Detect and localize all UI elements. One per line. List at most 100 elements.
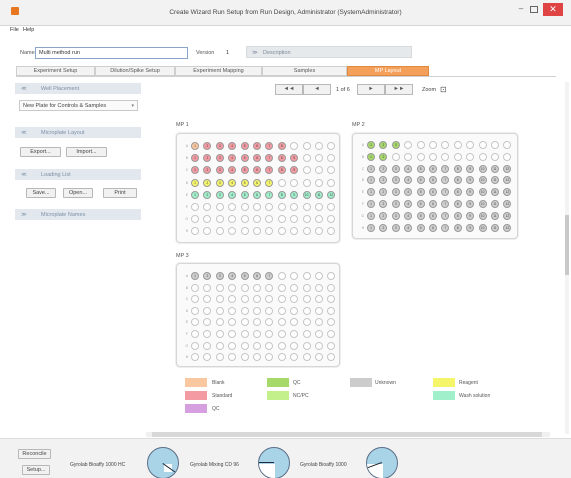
plate-well[interactable]: 6 [429,211,437,220]
plate-well[interactable] [228,295,237,304]
plate-well[interactable] [240,341,249,350]
section-loading-list[interactable]: ≪ Loading List [15,169,141,180]
plate-well[interactable] [290,227,299,236]
plate-well[interactable] [277,203,286,211]
tab-experiment-setup[interactable]: Experiment Setup [16,66,95,76]
plate-well[interactable] [441,152,450,161]
plate-well[interactable]: 2 [379,211,388,220]
plate-well[interactable]: 1 [367,176,375,185]
plate-well[interactable] [228,318,237,327]
plate-well[interactable]: 7 [265,190,274,199]
plate-well[interactable]: 12 [503,200,512,208]
plate-well[interactable]: 4 [228,166,237,175]
tab-samples[interactable]: Samples [262,66,347,76]
plate-well[interactable]: 10 [478,188,487,197]
plate-well[interactable] [253,283,261,292]
plate-well[interactable] [302,306,311,315]
plate-well[interactable] [327,341,336,350]
plate-well[interactable] [491,152,499,161]
plate-well[interactable]: 8 [453,223,462,232]
plate-well[interactable]: 7 [441,211,450,220]
plate-well[interactable]: 3 [215,142,224,150]
plate-well[interactable] [253,295,261,304]
plate-well[interactable] [240,295,249,304]
plate-well[interactable]: 1 [367,188,375,197]
plate-well[interactable] [466,152,475,161]
section-microplate-names[interactable]: ≫ Microplate Names [15,209,141,220]
last-page-button[interactable]: ►► [385,84,413,95]
plate-well[interactable] [478,152,487,161]
plate-well[interactable]: 1 [191,190,199,199]
plate-well[interactable]: 8 [453,200,462,208]
plate-well[interactable]: 12 [503,188,512,197]
plate-well[interactable] [265,283,274,292]
plate-well[interactable] [302,178,311,187]
plate-well[interactable] [240,353,249,362]
plate-well[interactable] [302,318,311,327]
plate-well[interactable]: 10 [478,200,487,208]
plate-well[interactable]: 4 [228,178,237,187]
plate-well[interactable]: 4 [228,190,237,199]
plate-well[interactable] [290,341,299,350]
plate-well[interactable] [315,166,323,175]
plate-well[interactable]: 4 [228,154,237,163]
reconcile-button[interactable]: Reconcile [18,449,51,459]
plate-well[interactable]: 7 [265,154,274,163]
plate-well[interactable]: 7 [441,188,450,197]
plate-well[interactable] [302,272,311,280]
plate-well[interactable] [327,142,336,150]
plate-well[interactable]: 4 [404,176,413,185]
plate-well[interactable] [315,215,323,224]
plate-well[interactable] [290,272,299,280]
plate-well[interactable] [191,215,199,224]
plate-well[interactable] [302,215,311,224]
plate-well[interactable] [203,306,212,315]
plate-well[interactable] [228,203,237,211]
plate-well[interactable]: 9 [466,200,475,208]
plate-well[interactable]: 12 [503,176,512,185]
plate-well[interactable] [391,152,400,161]
plate-well[interactable] [327,295,336,304]
plate-well[interactable]: 5 [240,178,249,187]
plate-well[interactable]: 8 [453,164,462,173]
plate-well[interactable]: 1 [191,142,199,150]
plate-well[interactable]: 1 [191,154,199,163]
section-well-placement[interactable]: ≪ Well Placement [15,83,141,94]
vertical-scroll-thumb[interactable] [565,215,569,275]
plate-well[interactable] [191,318,199,327]
plate-well[interactable]: 8 [453,211,462,220]
plate-well[interactable] [503,152,512,161]
plate-well[interactable]: 2 [203,142,212,150]
plate-well[interactable]: 2 [203,166,212,175]
plate-well[interactable]: 5 [416,164,425,173]
plate-well[interactable]: 4 [228,142,237,150]
plate-well[interactable] [203,283,212,292]
plate-well[interactable]: 1 [191,166,199,175]
plate-well[interactable]: 7 [441,176,450,185]
plate-well[interactable] [277,272,286,280]
plate-well[interactable]: 11 [491,164,499,173]
plate-well[interactable]: 2 [379,200,388,208]
plate-well[interactable]: 4 [404,200,413,208]
plate-well[interactable] [327,318,336,327]
plate-well[interactable]: 12 [327,190,336,199]
plate-well[interactable] [215,215,224,224]
plate-well[interactable] [441,141,450,149]
plate-well[interactable]: 5 [240,272,249,280]
plate-well[interactable] [253,330,261,338]
plate-well[interactable] [228,306,237,315]
plate-well[interactable] [203,215,212,224]
plate-well[interactable]: 1 [367,164,375,173]
plate-well[interactable]: 1 [191,178,199,187]
plate-well[interactable] [265,227,274,236]
plate-well[interactable] [491,141,499,149]
plate-well[interactable]: 7 [265,166,274,175]
plate-well[interactable] [315,227,323,236]
plate-well[interactable] [302,227,311,236]
placement-dropdown[interactable]: New Plate for Controls & Samples ▾ [19,100,138,111]
plate-well[interactable]: 6 [429,223,437,232]
plate-well[interactable]: 6 [429,200,437,208]
plate-well[interactable] [327,283,336,292]
plate-well[interactable] [265,295,274,304]
next-page-button[interactable]: ► [357,84,385,95]
